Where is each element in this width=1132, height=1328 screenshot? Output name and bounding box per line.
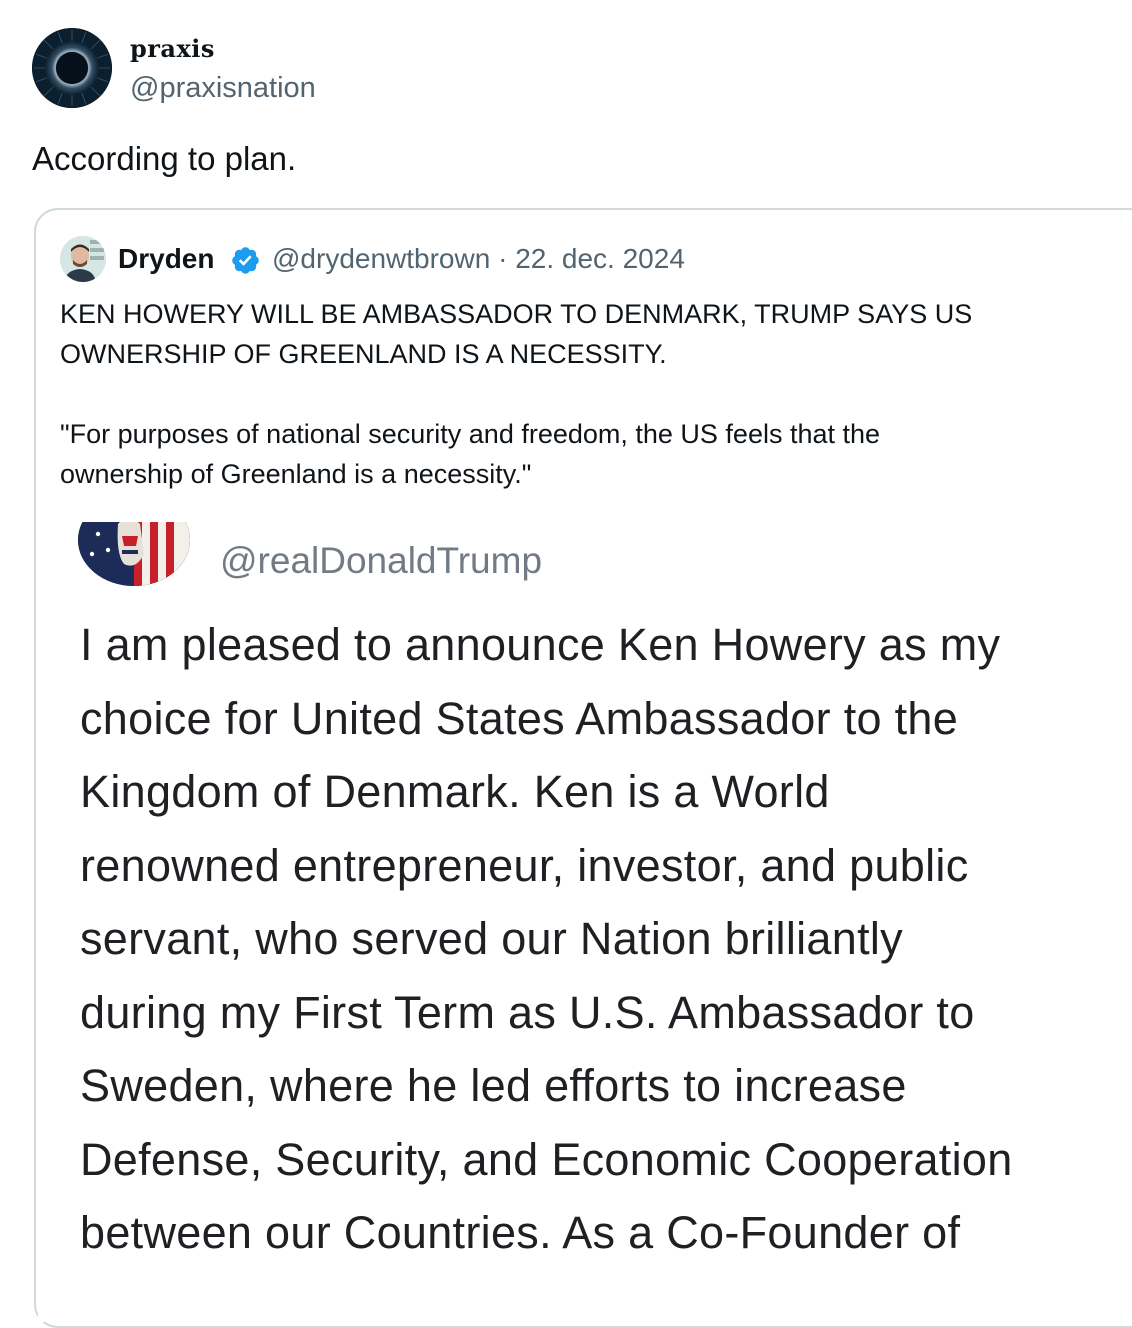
embedded-line: choice for United States Ambassador to t… bbox=[80, 692, 959, 744]
quote-meta: @drydenwtbrown · 22. dec. 2024 bbox=[272, 243, 685, 275]
quote-author-handle[interactable]: @drydenwtbrown bbox=[272, 243, 490, 274]
embedded-body: I am pleased to announce Ken Howery as m… bbox=[80, 608, 1130, 1270]
quote-author-name[interactable]: Dryden bbox=[118, 243, 214, 275]
quote-author-avatar[interactable] bbox=[60, 236, 106, 282]
embedded-image[interactable]: @realDonaldTrump I am pleased to announc… bbox=[38, 522, 1132, 1322]
author-avatar[interactable] bbox=[32, 28, 112, 108]
quote-text-paragraph-1: KEN HOWERY WILL BE AMBASSADOR TO DENMARK… bbox=[60, 299, 973, 369]
quoted-post-card[interactable]: Dryden @drydenwtbrown · 22. dec. 2024 KE… bbox=[34, 208, 1132, 1328]
post-text: According to plan. bbox=[32, 140, 297, 177]
dark-circle-logo-icon bbox=[32, 28, 112, 108]
embedded-line: during my First Term as U.S. Ambassador … bbox=[80, 986, 975, 1038]
embedded-line: I am pleased to announce Ken Howery as m… bbox=[80, 619, 1001, 670]
quote-text: KEN HOWERY WILL BE AMBASSADOR TO DENMARK… bbox=[60, 294, 1060, 494]
embedded-line: servant, who served our Nation brilliant… bbox=[80, 913, 903, 964]
american-flag-portrait-icon bbox=[78, 522, 190, 586]
meta-separator: · bbox=[498, 243, 508, 274]
embedded-line: renowned entrepreneur, investor, and pub… bbox=[80, 839, 969, 891]
author-display-name[interactable]: praxis bbox=[130, 34, 215, 63]
embedded-handle: @realDonaldTrump bbox=[220, 540, 543, 581]
quote-text-paragraph-2: "For purposes of national security and f… bbox=[60, 419, 881, 489]
embedded-avatar bbox=[78, 522, 190, 586]
embedded-line: between our Countries. As a Co-Founder o… bbox=[80, 1207, 961, 1258]
person-portrait-icon bbox=[60, 236, 106, 282]
verified-badge-icon bbox=[232, 247, 259, 274]
author-handle[interactable]: @praxisnation bbox=[130, 72, 316, 105]
post: praxis @praxisnation According to plan. … bbox=[0, 0, 1132, 1328]
embedded-line: Defense, Security, and Economic Cooperat… bbox=[80, 1133, 1013, 1185]
quote-date[interactable]: 22. dec. 2024 bbox=[515, 243, 685, 274]
embedded-line: Kingdom of Denmark. Ken is a World bbox=[80, 766, 830, 817]
embedded-line: Sweden, where he led efforts to increase bbox=[80, 1060, 907, 1111]
